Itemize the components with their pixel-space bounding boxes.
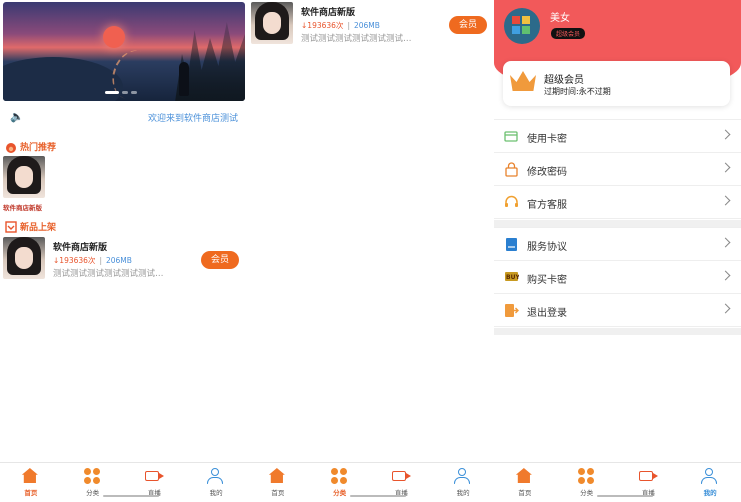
category-icon [577, 468, 596, 484]
app-size: 206MB [105, 256, 132, 265]
vip-expire: 过期时间:永不过期 [544, 87, 611, 96]
app-thumbnail [3, 156, 45, 198]
profile-icon [454, 468, 471, 484]
crown-icon [510, 71, 536, 91]
category-screen: 软件商店新版 ↓193636次 | 206MB 测试测试测试测试测试测试… 会员 首… [247, 0, 494, 502]
banner-carousel[interactable] [3, 2, 245, 101]
home-indicator [103, 495, 159, 497]
tab-bar: 首页 分类 直播 我的 [0, 462, 247, 502]
tab-profile[interactable]: 我的 [185, 463, 247, 502]
menu-item-support[interactable]: 官方客服 [494, 186, 741, 219]
menu-group-1: 使用卡密 修改密码 官方客服 [494, 119, 741, 219]
document-icon [506, 238, 517, 251]
category-icon [330, 468, 349, 484]
logout-icon [505, 304, 519, 317]
download-count: 193636次 [307, 21, 344, 30]
app-list-item[interactable]: 软件商店新版 ↓193636次 | 206MB 测试测试测试测试测试测试… 会员 [3, 237, 243, 281]
new-icon [5, 220, 17, 233]
menu-item-use-card[interactable]: 使用卡密 [494, 120, 741, 153]
tab-home[interactable]: 首页 [494, 463, 556, 502]
app-thumbnail [3, 237, 45, 279]
section-hot-title: 热门推荐 [5, 140, 56, 153]
profile-icon [701, 468, 718, 484]
chevron-right-icon [720, 129, 731, 140]
tab-bar: 首页 分类 直播 我的 [247, 462, 494, 502]
tab-home[interactable]: 首页 [0, 463, 62, 502]
chevron-right-icon [720, 195, 731, 206]
live-icon [392, 471, 412, 481]
app-name: 软件商店新版 [53, 243, 108, 253]
app-desc: 测试测试测试测试测试测试… [53, 269, 164, 279]
app-size: 206MB [353, 21, 380, 30]
app-meta: ↓193636次 | 206MB [301, 21, 380, 30]
section-new-title: 新品上架 [5, 220, 56, 233]
notice-bar[interactable]: 🔈 欢迎来到软件商店测试 [0, 108, 247, 126]
tab-profile[interactable]: 我的 [432, 463, 494, 502]
fire-icon [6, 142, 16, 153]
app-desc: 测试测试测试测试测试测试… [301, 34, 412, 44]
tab-profile[interactable]: 我的 [679, 463, 741, 502]
avatar[interactable] [504, 8, 540, 44]
menu-item-change-password[interactable]: 修改密码 [494, 153, 741, 186]
menu-group-2: 服务协议 BUY 购买卡密 退出登录 [494, 227, 741, 327]
app-list-item[interactable]: 软件商店新版 ↓193636次 | 206MB 测试测试测试测试测试测试… 会员 [251, 2, 491, 46]
tab-bar: 首页 分类 直播 我的 [494, 462, 741, 502]
home-indicator [350, 495, 406, 497]
chevron-right-icon [720, 162, 731, 173]
svg-text:BUY: BUY [506, 274, 519, 281]
home-icon [515, 468, 532, 483]
card-icon [504, 131, 518, 142]
app-name: 软件商店新版 [301, 8, 356, 18]
vip-button[interactable]: 会员 [449, 16, 487, 34]
username: 美女 [550, 13, 570, 24]
carousel-indicator [105, 91, 137, 94]
category-icon [83, 468, 102, 484]
headset-icon [505, 195, 518, 207]
live-icon [639, 471, 659, 481]
download-count: 193636次 [59, 256, 96, 265]
hot-item[interactable]: 软件商店新版 [3, 156, 47, 212]
chevron-right-icon [720, 270, 731, 281]
tab-home[interactable]: 首页 [247, 463, 309, 502]
speaker-icon: 🔈 [10, 110, 24, 123]
home-icon [268, 468, 285, 483]
chevron-right-icon [720, 303, 731, 314]
chevron-right-icon [720, 237, 731, 248]
vip-title: 超级会员 [544, 75, 584, 86]
vip-button[interactable]: 会员 [201, 251, 239, 269]
app-thumbnail [251, 2, 293, 44]
hot-item-caption: 软件商店新版 [3, 204, 42, 212]
live-icon [145, 471, 165, 481]
app-meta: ↓193636次 | 206MB [53, 256, 132, 265]
home-indicator [597, 495, 653, 497]
lock-icon [505, 162, 518, 177]
menu-item-buy-card[interactable]: BUY 购买卡密 [494, 261, 741, 294]
home-screen: 🔈 欢迎来到软件商店测试 热门推荐 软件商店新版 新品上架 软件商店新版 ↓19… [0, 0, 247, 502]
notice-text: 欢迎来到软件商店测试 [148, 114, 239, 124]
profile-icon [207, 468, 224, 484]
profile-screen: 美女 超级会员 超级会员 过期时间:永不过期 使用卡密 修改密码 官方客服 服务… [494, 0, 741, 502]
member-badge: 超级会员 [550, 27, 587, 40]
menu-item-logout[interactable]: 退出登录 [494, 294, 741, 327]
buy-icon: BUY [505, 272, 519, 281]
home-icon [21, 468, 38, 483]
vip-card[interactable]: 超级会员 过期时间:永不过期 [503, 61, 730, 106]
menu-item-agreement[interactable]: 服务协议 [494, 228, 741, 261]
